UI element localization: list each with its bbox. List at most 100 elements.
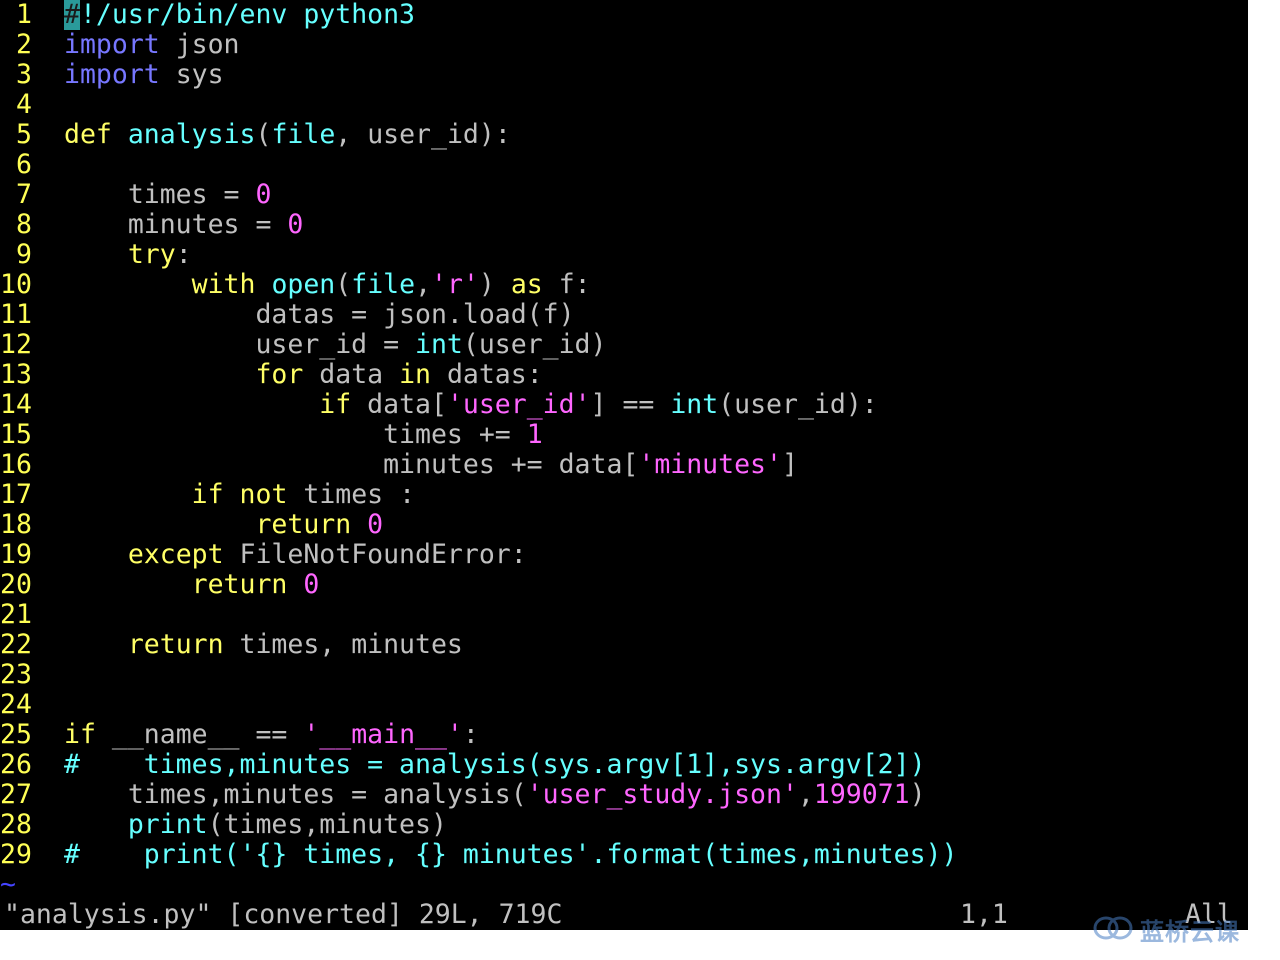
- code-line[interactable]: 5 def analysis(file, user_id):: [0, 120, 1248, 150]
- code-token: 0: [287, 210, 304, 240]
- line-number: 3: [0, 60, 32, 90]
- code-token: :: [175, 240, 192, 270]
- code-line[interactable]: 11 datas = json.load(f): [0, 300, 1248, 330]
- code-token: (user_id): [462, 330, 607, 360]
- code-token: return: [255, 510, 352, 540]
- code-token: , user_id):: [335, 120, 511, 150]
- code-line[interactable]: 12 user_id = int(user_id): [0, 330, 1248, 360]
- line-number: 12: [0, 330, 32, 360]
- code-token: minutes =: [64, 210, 288, 240]
- code-token: except: [127, 540, 224, 570]
- code-token: # print('{} times, {} minutes'.format(ti…: [64, 840, 958, 870]
- code-line[interactable]: 25 if __name__ == '__main__':: [0, 720, 1248, 750]
- code-token: times :: [287, 480, 416, 510]
- code-line[interactable]: 1 #!/usr/bin/env python3: [0, 0, 1248, 30]
- line-number: 11: [0, 300, 32, 330]
- code-token: user_id =: [64, 330, 415, 360]
- code-token: ): [478, 270, 511, 300]
- code-line[interactable]: 21: [0, 600, 1248, 630]
- line-number: 5: [0, 120, 32, 150]
- code-line[interactable]: 20 return 0: [0, 570, 1248, 600]
- editor-buffer[interactable]: 1 #!/usr/bin/env python3 2 import json 3 im…: [0, 0, 1248, 900]
- code-token: json: [159, 30, 240, 60]
- code-token: not: [239, 480, 288, 510]
- code-token: open: [271, 270, 336, 300]
- code-line[interactable]: 10 with open(file,'r') as f:: [0, 270, 1248, 300]
- line-number: 17: [0, 480, 32, 510]
- code-token: (times,minutes): [207, 810, 447, 840]
- line-number: 25: [0, 720, 32, 750]
- code-token: '__main__': [303, 720, 463, 750]
- code-token: !/usr/bin/env python3: [79, 0, 416, 30]
- text-cursor: #: [64, 0, 80, 30]
- code-token: FileNotFoundError:: [223, 540, 527, 570]
- code-line[interactable]: 4: [0, 90, 1248, 120]
- code-line[interactable]: 28 print(times,minutes): [0, 810, 1248, 840]
- vim-command-line: "analysis.py" [converted] 29L, 719C 1,1 …: [0, 900, 1248, 930]
- scroll-indicator: All: [1185, 899, 1233, 930]
- code-token: ] ==: [590, 390, 671, 420]
- line-number: 26: [0, 750, 32, 780]
- code-token: if: [319, 390, 352, 420]
- code-line[interactable]: 22 return times, minutes: [0, 630, 1248, 660]
- code-token: int: [415, 330, 463, 360]
- code-token: for: [255, 360, 304, 390]
- code-token: as: [510, 270, 543, 300]
- code-token: datas:: [430, 360, 543, 390]
- code-line[interactable]: 19 except FileNotFoundError:: [0, 540, 1248, 570]
- code-token: def: [64, 120, 112, 150]
- line-number: 24: [0, 690, 32, 720]
- code-line[interactable]: 13 for data in datas:: [0, 360, 1248, 390]
- vim-terminal-window[interactable]: 1 #!/usr/bin/env python3 2 import json 3 im…: [0, 0, 1248, 930]
- code-token: 'minutes': [638, 450, 782, 480]
- code-line[interactable]: 16 minutes += data['minutes']: [0, 450, 1248, 480]
- line-number: 20: [0, 570, 32, 600]
- code-token: file: [271, 120, 336, 150]
- code-line[interactable]: 8 minutes = 0: [0, 210, 1248, 240]
- code-line[interactable]: 15 times += 1: [0, 420, 1248, 450]
- code-line[interactable]: 2 import json: [0, 30, 1248, 60]
- code-line[interactable]: 23: [0, 660, 1248, 690]
- code-token: try: [127, 240, 176, 270]
- code-line[interactable]: 18 return 0: [0, 510, 1248, 540]
- line-number: 27: [0, 780, 32, 810]
- code-line[interactable]: 14 if data['user_id'] == int(user_id):: [0, 390, 1248, 420]
- code-token: return: [127, 630, 224, 660]
- code-line[interactable]: 26 # times,minutes = analysis(sys.argv[1]…: [0, 750, 1248, 780]
- line-number: 1: [0, 0, 32, 30]
- code-token: data: [303, 360, 400, 390]
- line-number: 22: [0, 630, 32, 660]
- line-number: 4: [0, 90, 32, 120]
- code-token: :: [462, 720, 479, 750]
- code-line[interactable]: 9 try:: [0, 240, 1248, 270]
- code-token: if: [64, 720, 96, 750]
- code-line[interactable]: 3 import sys: [0, 60, 1248, 90]
- code-line[interactable]: 29 # print('{} times, {} minutes'.format(…: [0, 840, 1248, 870]
- line-number: 21: [0, 600, 32, 630]
- code-token: 0: [303, 570, 320, 600]
- line-number: 28: [0, 810, 32, 840]
- code-token: ,: [415, 270, 432, 300]
- code-line[interactable]: 17 if not times :: [0, 480, 1248, 510]
- code-line[interactable]: 7 times = 0: [0, 180, 1248, 210]
- code-line[interactable]: 6: [0, 150, 1248, 180]
- code-token: __name__ ==: [95, 720, 304, 750]
- code-token: analysis: [127, 120, 256, 150]
- code-token: int: [670, 390, 719, 420]
- code-token: print: [127, 810, 208, 840]
- code-line[interactable]: 27 times,minutes = analysis('user_study.…: [0, 780, 1248, 810]
- line-number: 6: [0, 150, 32, 180]
- code-line[interactable]: 24: [0, 690, 1248, 720]
- code-token: f:: [542, 270, 591, 300]
